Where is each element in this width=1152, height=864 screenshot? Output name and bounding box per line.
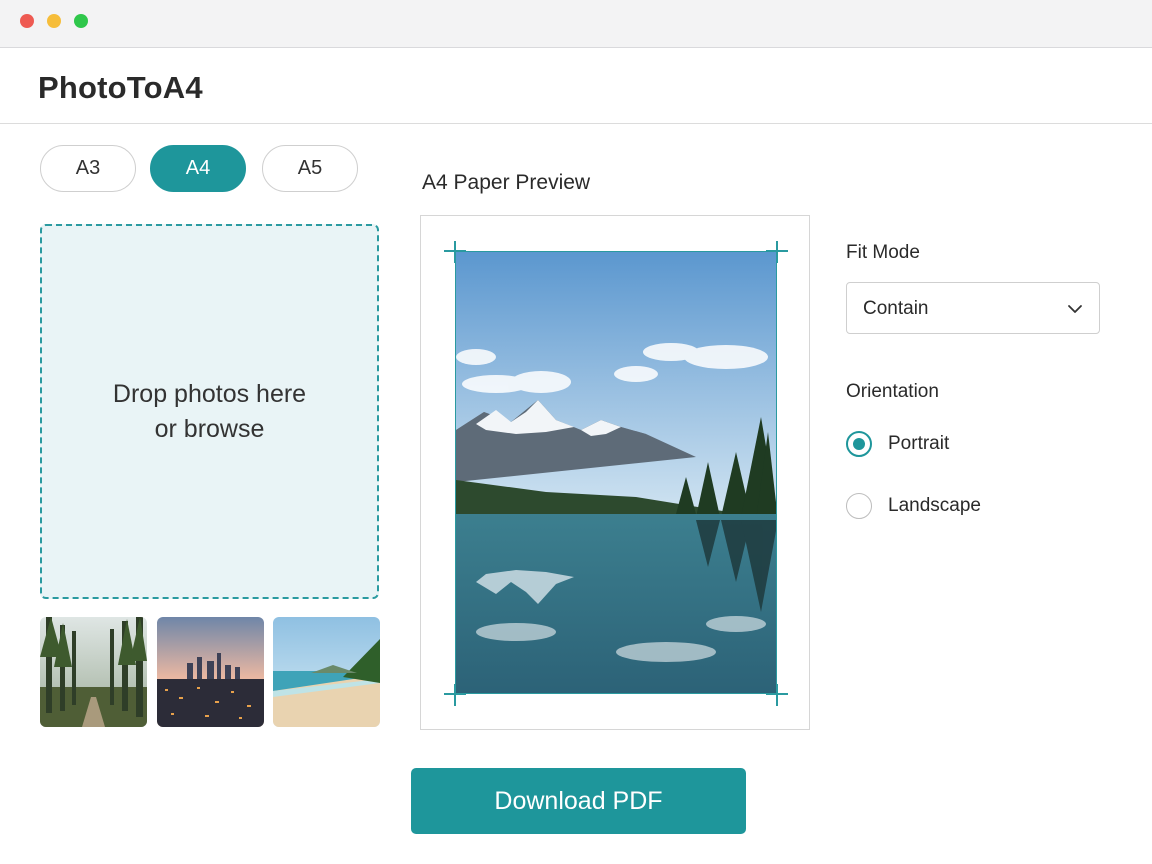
dropzone-text: Drop photos here	[112, 379, 307, 408]
photo-dropzone[interactable]: Drop photos here or browse	[40, 224, 379, 599]
portrait-label: Portrait	[888, 433, 950, 454]
crop-mark	[454, 684, 456, 706]
browse-link[interactable]: or browse	[155, 412, 265, 447]
portrait-radio[interactable]	[846, 431, 872, 457]
fit-mode-label: Fit Mode	[846, 242, 920, 263]
crop-mark	[444, 250, 466, 252]
app-title: PhotoToA4	[38, 70, 203, 105]
crop-mark	[444, 693, 466, 695]
paper-size-a5-button[interactable]: A5	[262, 145, 358, 192]
landscape-label: Landscape	[888, 495, 981, 516]
fit-mode-value: Contain	[863, 298, 929, 319]
crop-mark	[766, 693, 788, 695]
landscape-radio[interactable]	[846, 493, 872, 519]
orientation-portrait-option[interactable]: Portrait	[846, 429, 1006, 459]
orientation-landscape-option[interactable]: Landscape	[846, 491, 1016, 521]
preview-title: A4 Paper Preview	[422, 171, 591, 194]
thumbnail-city[interactable]	[157, 617, 264, 727]
crop-mark	[776, 684, 778, 706]
crop-mark	[454, 241, 456, 263]
paper-size-a4-button[interactable]: A4	[150, 145, 246, 192]
window-titlebar	[0, 0, 1152, 48]
preview-photo	[455, 251, 777, 694]
orientation-label: Orientation	[846, 381, 939, 402]
minimize-window-button[interactable]	[47, 14, 61, 28]
close-window-button[interactable]	[20, 14, 34, 28]
paper-size-a3-button[interactable]: A3	[40, 145, 136, 192]
fit-mode-select[interactable]: Contain	[846, 282, 1100, 334]
thumbnail-forest[interactable]	[40, 617, 147, 727]
thumbnail-beach[interactable]	[273, 617, 380, 727]
download-pdf-button[interactable]: Download PDF	[411, 768, 746, 834]
chevron-down-icon	[1068, 305, 1082, 313]
beach-thumbnail-image	[273, 617, 380, 727]
app-header: PhotoToA4	[0, 49, 1152, 124]
forest-thumbnail-image	[40, 617, 147, 727]
mountain-lake-image	[456, 252, 776, 693]
city-thumbnail-image	[157, 617, 264, 727]
a4-paper-preview	[420, 215, 810, 730]
crop-mark	[766, 250, 788, 252]
maximize-window-button[interactable]	[74, 14, 88, 28]
crop-mark	[776, 241, 778, 263]
